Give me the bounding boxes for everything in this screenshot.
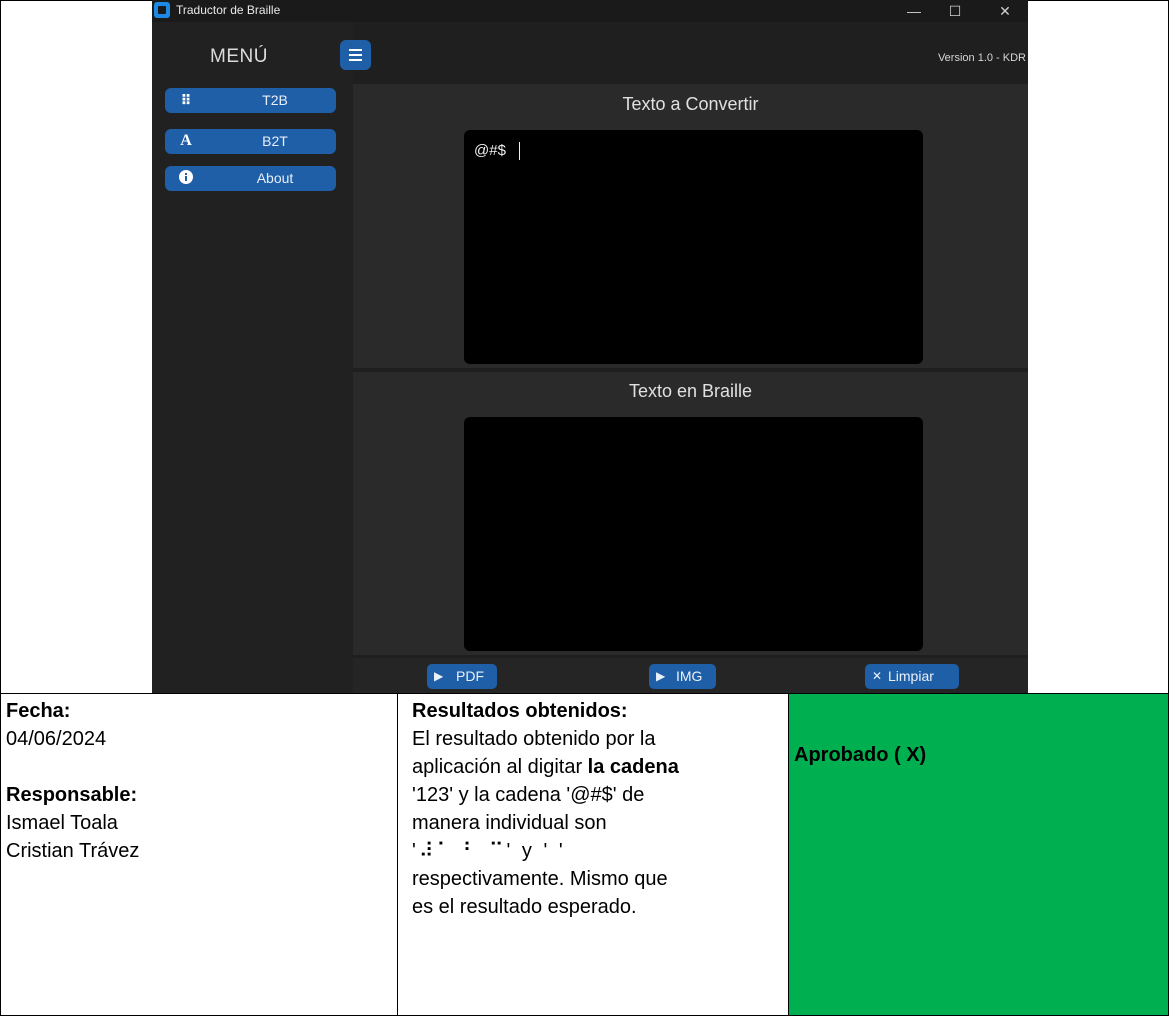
status-cell: Aprobado ( X) bbox=[788, 693, 1169, 1016]
responsible-label: Responsable: bbox=[6, 784, 138, 806]
sidebar-item-label: B2T bbox=[262, 133, 288, 149]
hamburger-menu-icon[interactable] bbox=[340, 40, 371, 70]
responsible-name: Cristian Trávez bbox=[6, 840, 140, 862]
app-window: Traductor de Braille — ☐ ✕ MENÚ ⠿ T2B A … bbox=[152, 0, 1028, 693]
input-panel-title: Texto a Convertir bbox=[622, 94, 759, 114]
close-icon[interactable]: ✕ bbox=[982, 0, 1028, 22]
input-textbox[interactable]: @#$ bbox=[464, 130, 923, 364]
export-img-button[interactable]: ▶ IMG bbox=[649, 664, 716, 689]
info-icon-svg bbox=[179, 170, 193, 184]
header-bar bbox=[353, 22, 1028, 84]
date-value: 04/06/2024 bbox=[6, 728, 107, 750]
results-label: Resultados obtenidos: bbox=[412, 700, 628, 722]
output-panel: Texto en Braille bbox=[353, 372, 1028, 655]
sidebar-item-label: About bbox=[256, 170, 294, 186]
info-cell: Fecha: 04/06/2024 Responsable: Ismael To… bbox=[0, 693, 398, 1016]
letter-a-icon: A bbox=[180, 132, 192, 149]
play-icon: ▶ bbox=[434, 669, 444, 683]
title-bar: Traductor de Braille — ☐ ✕ bbox=[152, 0, 1028, 22]
export-pdf-label: PDF bbox=[456, 668, 484, 684]
action-bar: ▶ PDF ▶ IMG ✕ Limpiar bbox=[353, 658, 1028, 693]
sidebar-item-b2t[interactable]: A B2T bbox=[165, 129, 336, 154]
x-icon: ✕ bbox=[872, 669, 883, 683]
export-pdf-button[interactable]: ▶ PDF bbox=[427, 664, 497, 689]
text-caret bbox=[519, 142, 520, 160]
clear-label: Limpiar bbox=[888, 668, 934, 684]
sidebar-item-about[interactable]: About bbox=[165, 166, 336, 191]
app-logo-icon bbox=[154, 2, 170, 18]
status-badge: Aprobado ( X) bbox=[794, 744, 927, 766]
output-panel-title: Texto en Braille bbox=[628, 381, 753, 401]
maximize-icon[interactable]: ☐ bbox=[932, 0, 978, 22]
results-text: respectivamente. Mismo que bbox=[412, 868, 668, 890]
play-icon: ▶ bbox=[656, 669, 666, 683]
results-cell: Resultados obtenidos: El resultado obten… bbox=[397, 693, 789, 1016]
window-title: Traductor de Braille bbox=[176, 3, 281, 17]
info-icon bbox=[177, 169, 195, 187]
results-text: '123' y la cadena '@#$' de bbox=[412, 784, 645, 806]
clear-button[interactable]: ✕ Limpiar bbox=[865, 664, 959, 689]
menu-title: MENÚ bbox=[210, 46, 268, 67]
sidebar-item-t2b[interactable]: ⠿ T2B bbox=[165, 88, 336, 113]
sidebar: MENÚ ⠿ T2B A B2T About bbox=[152, 22, 353, 693]
date-label: Fecha: bbox=[6, 700, 71, 722]
export-img-label: IMG bbox=[676, 668, 703, 684]
version-label: Version 1.0 - KDR bbox=[937, 52, 1026, 64]
responsible-name: Ismael Toala bbox=[6, 812, 118, 834]
results-text: aplicación al digitar la cadena bbox=[412, 756, 679, 778]
braille-result: '⠼⠁ ⠃ ⠉' y ' ' bbox=[412, 840, 566, 862]
input-text-value: @#$ bbox=[474, 142, 506, 159]
results-text: manera individual son bbox=[412, 812, 607, 834]
input-panel: Texto a Convertir @#$ bbox=[353, 84, 1028, 368]
results-text: El resultado obtenido por la bbox=[412, 728, 656, 750]
sidebar-item-label: T2B bbox=[262, 92, 288, 108]
minimize-icon[interactable]: — bbox=[891, 0, 937, 22]
results-text: es el resultado esperado. bbox=[412, 896, 637, 918]
braille-grid-icon: ⠿ bbox=[180, 92, 192, 108]
output-textbox[interactable] bbox=[464, 417, 923, 651]
